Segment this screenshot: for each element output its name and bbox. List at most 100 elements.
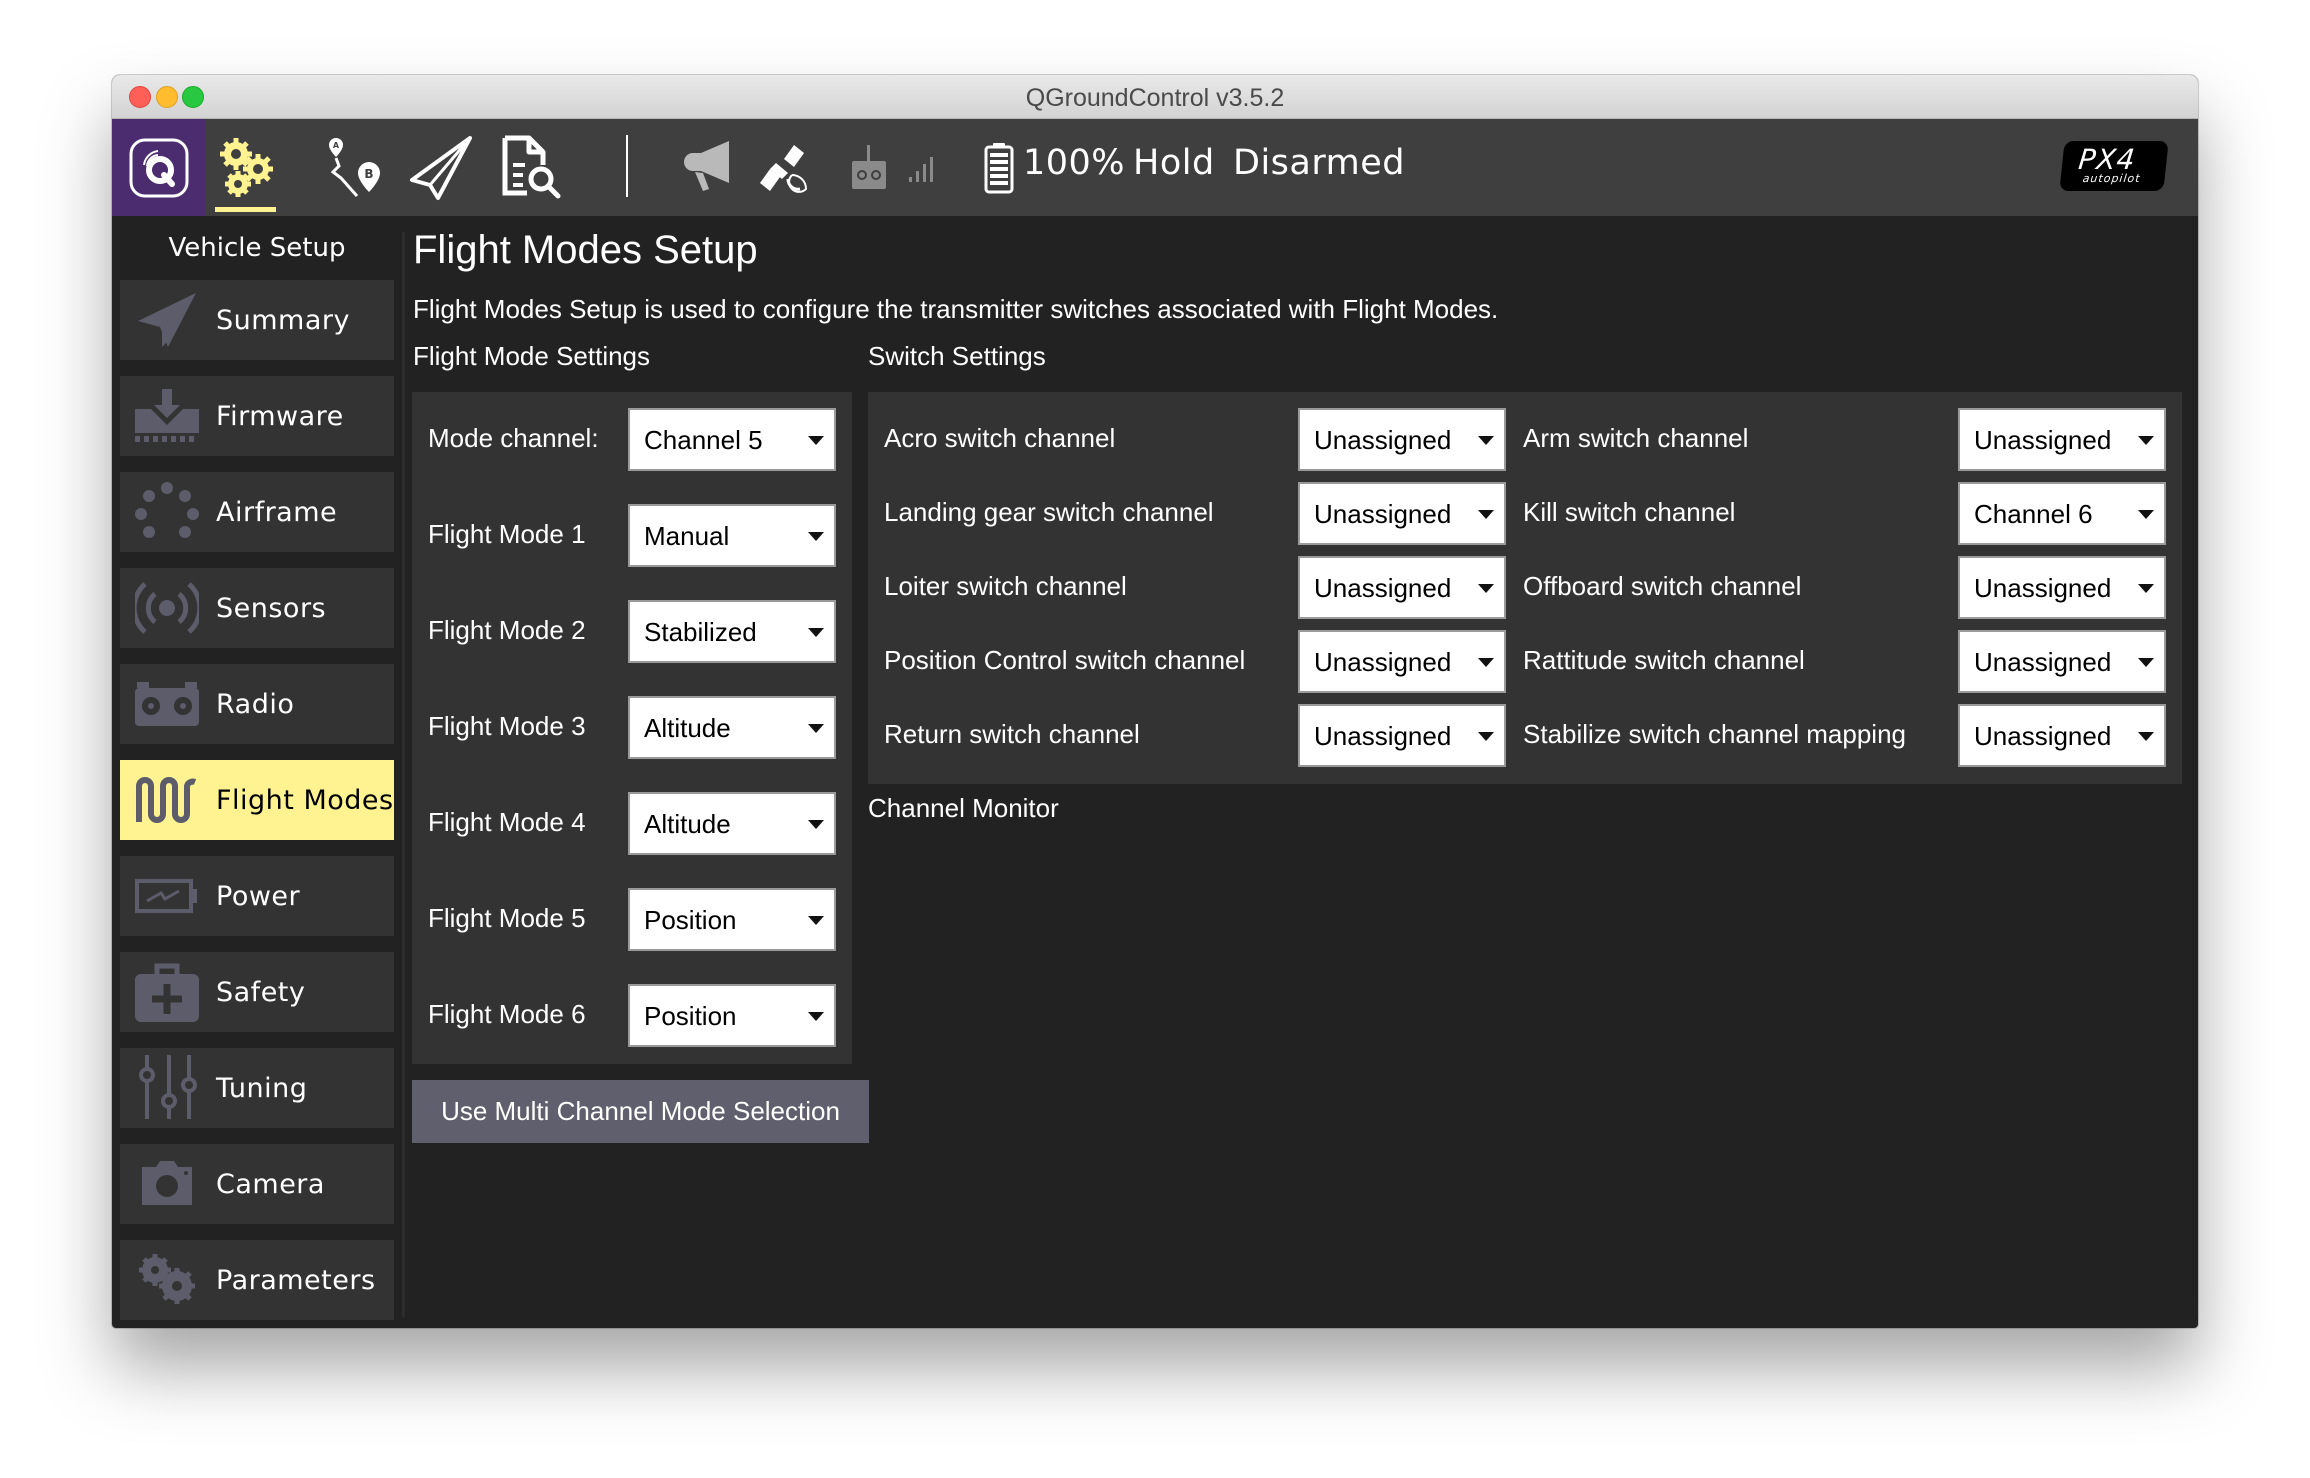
vehicle-setup-button[interactable]	[215, 119, 276, 216]
chevron-down-icon	[1478, 732, 1494, 741]
flight-mode-4-dropdown[interactable]: Altitude	[628, 792, 836, 855]
mode-channel-dropdown[interactable]: Channel 5	[628, 408, 836, 471]
dropdown-value: Position	[644, 905, 737, 935]
chevron-down-icon	[808, 724, 824, 733]
sidebar-item-airframe[interactable]: Airframe	[120, 472, 394, 552]
mode-channel-label: Mode channel:	[428, 423, 599, 453]
sidebar-item-power[interactable]: Power	[120, 856, 394, 936]
dropdown-value: Unassigned	[1974, 425, 2112, 455]
analyze-document-search-icon	[502, 135, 561, 198]
position-control-switch-dropdown[interactable]: Unassigned	[1298, 630, 1506, 693]
flight-mode-1-dropdown[interactable]: Manual	[628, 504, 836, 567]
sidebar-item-label: Firmware	[216, 400, 344, 432]
sidebar-item-parameters[interactable]: Parameters	[120, 1240, 394, 1320]
dropdown-value: Unassigned	[1314, 425, 1452, 455]
flight-mode-3-dropdown[interactable]: Altitude	[628, 696, 836, 759]
arm-switch-label: Arm switch channel	[1523, 423, 1749, 453]
chevron-down-icon	[2138, 584, 2154, 593]
switch-settings-heading: Switch Settings	[868, 341, 1046, 371]
chevron-down-icon	[1478, 436, 1494, 445]
rattitude-switch-dropdown[interactable]: Unassigned	[1958, 630, 2166, 693]
flight-mode-6-dropdown[interactable]: Position	[628, 984, 836, 1047]
messages-indicator[interactable]	[677, 119, 733, 216]
dropdown-value: Unassigned	[1314, 647, 1452, 677]
dropdown-value: Channel 6	[1974, 499, 2093, 529]
dropdown-value: Manual	[644, 521, 730, 551]
qgc-logo-button[interactable]	[112, 119, 206, 216]
fly-view-paper-plane-icon	[410, 135, 472, 200]
sidebar-item-label: Radio	[216, 688, 295, 720]
sidebar-item-camera[interactable]: Camera	[120, 1144, 394, 1224]
sidebar-item-radio[interactable]: Radio	[120, 664, 394, 744]
use-multi-channel-mode-button[interactable]: Use Multi Channel Mode Selection	[412, 1080, 869, 1143]
sidebar-title: Vehicle Setup	[168, 233, 346, 263]
landing-gear-switch-dropdown[interactable]: Unassigned	[1298, 482, 1506, 545]
flight-mode-3-label: Flight Mode 3	[428, 711, 586, 741]
return-switch-dropdown[interactable]: Unassigned	[1298, 704, 1506, 767]
firmware-download-icon	[134, 386, 200, 446]
sidebar-item-summary[interactable]: Summary	[120, 280, 394, 360]
rc-signal-strength-icon	[909, 156, 933, 182]
rc-signal-indicator	[907, 119, 937, 216]
loiter-switch-label: Loiter switch channel	[884, 571, 1127, 601]
sidebar-item-label: Safety	[216, 976, 306, 1008]
tuning-sliders-icon	[134, 1055, 200, 1119]
window-title: QGroundControl v3.5.2	[1025, 84, 1285, 112]
sidebar-item-safety[interactable]: Safety	[120, 952, 394, 1032]
acro-switch-label: Acro switch channel	[884, 423, 1116, 453]
arm-switch-dropdown[interactable]: Unassigned	[1958, 408, 2166, 471]
loiter-switch-dropdown[interactable]: Unassigned	[1298, 556, 1506, 619]
gps-indicator[interactable]	[756, 119, 810, 216]
flight-mode-settings-heading: Flight Mode Settings	[413, 341, 651, 371]
analyze-view-button[interactable]	[498, 119, 568, 216]
active-view-indicator	[215, 207, 276, 212]
px4-logo-subtext: autopilot	[2082, 172, 2142, 185]
position-control-switch-label: Position Control switch channel	[884, 645, 1246, 675]
sidebar-item-tuning[interactable]: Tuning	[120, 1048, 394, 1128]
flight-mode-5-dropdown[interactable]: Position	[628, 888, 836, 951]
dropdown-value: Altitude	[644, 809, 731, 839]
dropdown-value: Unassigned	[1314, 499, 1452, 529]
acro-switch-dropdown[interactable]: Unassigned	[1298, 408, 1506, 471]
qgroundcontrol-window: QGroundControl v3.5.2 A B 100% Hold Disa…	[112, 75, 2198, 1328]
vehicle-setup-gears-icon	[219, 137, 273, 197]
sidebar-item-label: Parameters	[216, 1264, 376, 1296]
radio-transmitter-icon	[134, 674, 200, 734]
chevron-down-icon	[2138, 436, 2154, 445]
flight-mode-indicator[interactable]: Hold	[1133, 143, 1215, 183]
dropdown-value: Unassigned	[1974, 647, 2112, 677]
dropdown-value: Position	[644, 1001, 737, 1031]
kill-switch-dropdown[interactable]: Channel 6	[1958, 482, 2166, 545]
gps-satellite-icon	[760, 144, 808, 193]
battery-indicator[interactable]	[982, 119, 1016, 216]
battery-icon	[984, 142, 1014, 193]
page-title: Flight Modes Setup	[413, 228, 758, 272]
offboard-switch-dropdown[interactable]: Unassigned	[1958, 556, 2166, 619]
chevron-down-icon	[808, 820, 824, 829]
rc-transmitter-icon	[852, 144, 886, 189]
sidebar-item-firmware[interactable]: Firmware	[120, 376, 394, 456]
airframe-dots-icon	[134, 482, 200, 542]
offboard-switch-label: Offboard switch channel	[1523, 571, 1802, 601]
landing-gear-switch-label: Landing gear switch channel	[884, 497, 1214, 527]
rc-rssi-indicator[interactable]	[848, 119, 890, 216]
sidebar-item-sensors[interactable]: Sensors	[120, 568, 394, 648]
camera-icon	[134, 1154, 200, 1214]
arm-status-indicator[interactable]: Disarmed	[1233, 143, 1405, 183]
sidebar-item-label: Summary	[216, 304, 350, 336]
flight-mode-2-dropdown[interactable]: Stabilized	[628, 600, 836, 663]
window-titlebar: QGroundControl v3.5.2	[112, 75, 2198, 119]
plan-view-button[interactable]: A B	[327, 119, 387, 216]
stabilize-switch-dropdown[interactable]: Unassigned	[1958, 704, 2166, 767]
kill-switch-label: Kill switch channel	[1523, 497, 1736, 527]
flight-modes-wave-icon	[134, 770, 200, 830]
fly-view-button[interactable]	[408, 119, 474, 216]
stabilize-switch-label: Stabilize switch channel mapping	[1523, 719, 1906, 749]
dropdown-value: Unassigned	[1314, 573, 1452, 603]
rattitude-switch-label: Rattitude switch channel	[1523, 645, 1805, 675]
dropdown-value: Unassigned	[1974, 721, 2112, 751]
sidebar-item-flight-modes[interactable]: Flight Modes	[120, 760, 394, 840]
battery-percent: 100%	[1023, 143, 1126, 183]
flight-mode-1-label: Flight Mode 1	[428, 519, 586, 549]
sensors-radio-waves-icon	[134, 578, 200, 638]
